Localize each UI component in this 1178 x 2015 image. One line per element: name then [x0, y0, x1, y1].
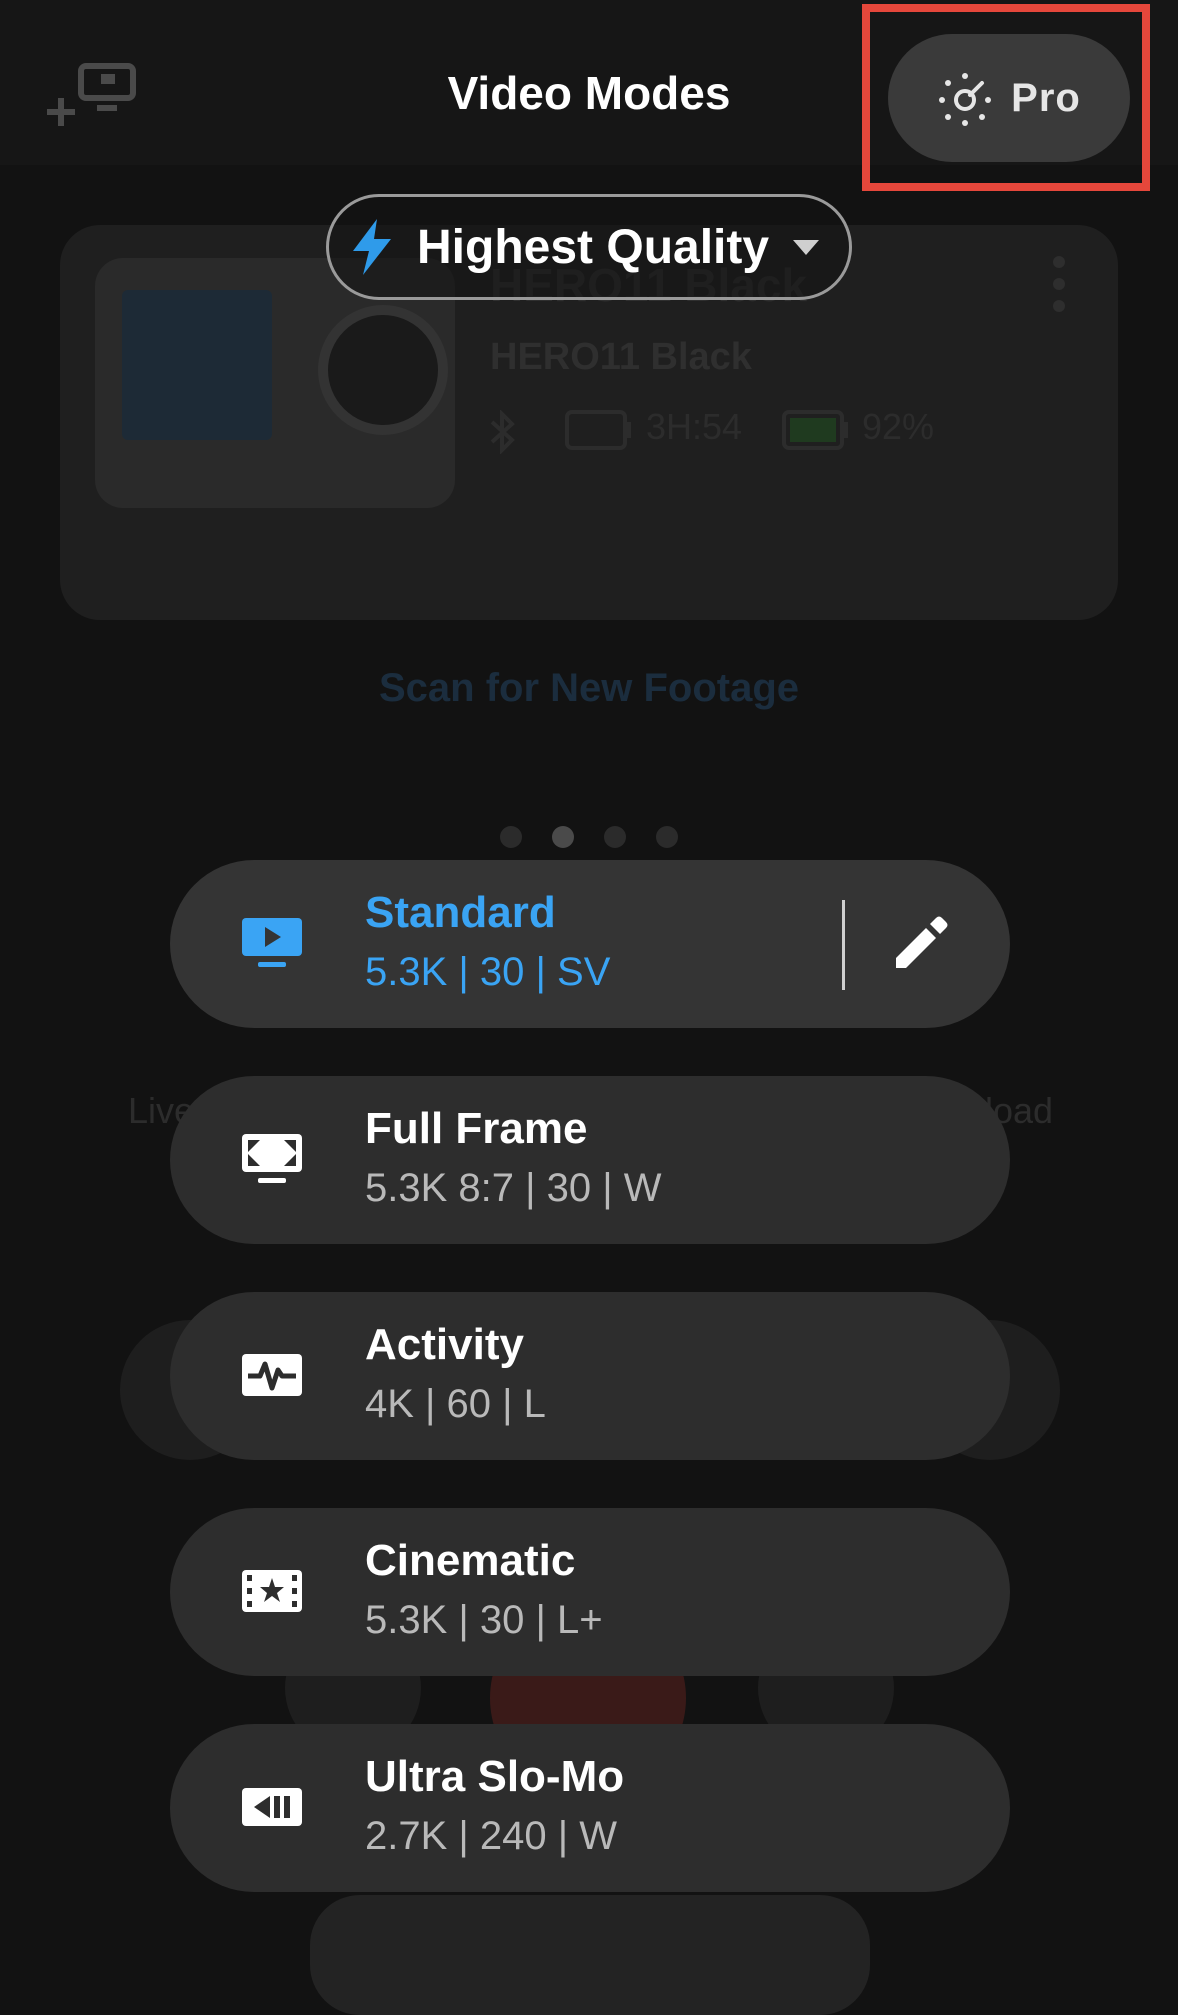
mode-spec: 4K | 60 | L — [365, 1382, 546, 1426]
mode-name: Full Frame — [365, 1104, 588, 1153]
camera-model: HERO11 Black — [490, 336, 752, 378]
remaining-time: 3H:54 — [646, 406, 743, 447]
mode-ultra-slo-mo[interactable]: Ultra Slo-Mo 2.7K | 240 | W — [170, 1724, 1010, 1892]
mode-name: Standard — [365, 888, 556, 937]
mode-activity[interactable]: Activity 4K | 60 | L — [170, 1292, 1010, 1460]
chevron-down-icon — [793, 240, 820, 255]
lightning-icon — [353, 219, 391, 275]
highlight-box — [862, 4, 1150, 191]
monitor-play-icon — [242, 918, 302, 967]
scan-for-footage-link: Scan for New Footage — [378, 666, 800, 710]
mode-full-frame[interactable]: Full Frame 5.3K 8:7 | 30 | W — [170, 1076, 1010, 1244]
page-dot-active — [552, 826, 574, 848]
mode-cinematic[interactable]: Cinematic 5.3K | 30 | L+ — [170, 1508, 1010, 1676]
bluetooth-icon — [490, 410, 515, 454]
page-indicator — [500, 826, 678, 848]
camera-lens — [318, 305, 448, 435]
sd-card-icon — [565, 410, 631, 450]
slow-motion-icon — [242, 1788, 302, 1826]
background-bottom-card — [310, 1895, 870, 2015]
divider — [842, 900, 845, 990]
more-options-icon — [1053, 256, 1065, 312]
edit-pencil-icon[interactable] — [890, 912, 952, 974]
mode-spec: 5.3K | 30 | SV — [365, 950, 611, 994]
battery-icon — [782, 410, 848, 450]
mode-name: Activity — [365, 1320, 524, 1369]
full-frame-icon — [242, 1134, 302, 1183]
mode-spec: 5.3K | 30 | L+ — [365, 1598, 603, 1642]
quality-label: Highest Quality — [417, 220, 770, 274]
activity-pulse-icon — [242, 1354, 302, 1396]
battery-level: 92% — [862, 406, 935, 447]
quality-selector[interactable]: Highest Quality — [326, 194, 852, 300]
mode-name: Ultra Slo-Mo — [365, 1752, 625, 1801]
mode-standard[interactable]: Standard 5.3K | 30 | SV — [170, 860, 1010, 1028]
film-star-icon — [242, 1570, 302, 1612]
page-dot — [500, 826, 522, 848]
page-dot — [604, 826, 626, 848]
camera-screen — [122, 290, 272, 440]
mode-spec: 2.7K | 240 | W — [365, 1814, 618, 1858]
page-dot — [656, 826, 678, 848]
mode-name: Cinematic — [365, 1536, 576, 1585]
mode-spec: 5.3K 8:7 | 30 | W — [365, 1166, 662, 1210]
